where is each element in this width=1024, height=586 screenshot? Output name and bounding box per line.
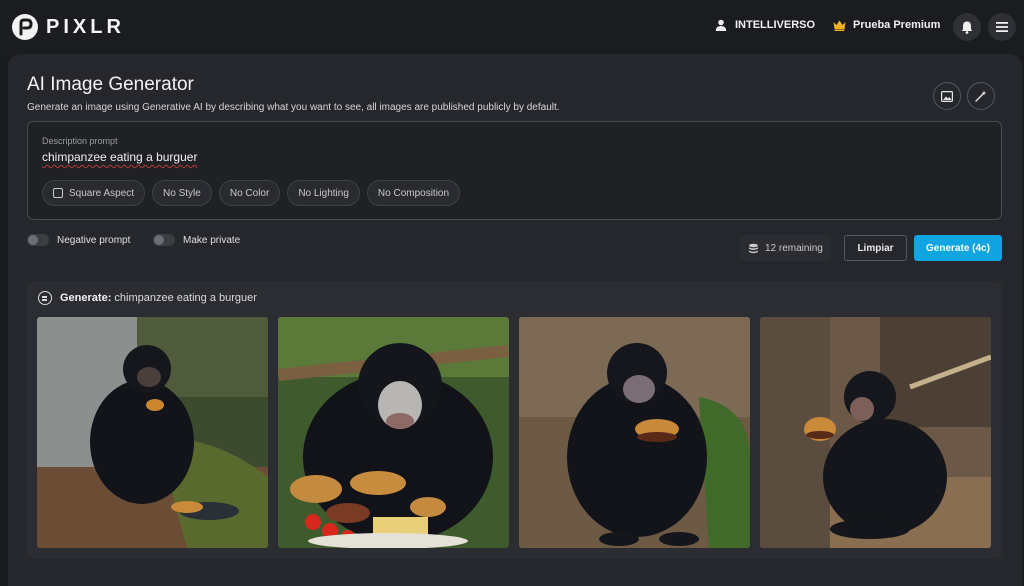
logo-text: PIXLR [46, 15, 125, 38]
prompt-box[interactable]: Description prompt chimpanzee eating a b… [27, 121, 1002, 220]
chip-lighting[interactable]: No Lighting [287, 180, 360, 206]
hamburger-menu-icon [996, 22, 1008, 32]
negative-prompt-label: Negative prompt [57, 234, 131, 246]
results-heading-value: chimpanzee eating a burguer [114, 292, 257, 304]
generated-image-3[interactable] [519, 317, 750, 548]
chip-composition[interactable]: No Composition [366, 180, 461, 206]
negative-prompt-toggle[interactable] [27, 234, 49, 246]
user-icon [715, 19, 727, 31]
results-panel: Generate: chimpanzee eating a burguer [27, 281, 1002, 559]
generated-image-4[interactable] [760, 317, 991, 548]
top-bar: PIXLR INTELLIVERSO Prueba Premium [0, 0, 1024, 54]
results-heading: Generate: chimpanzee eating a burguer [38, 291, 257, 305]
crown-icon [833, 20, 846, 31]
negative-prompt-option: Negative prompt [27, 234, 130, 246]
generator-panel: AI Image Generator Generate an image usi… [8, 54, 1022, 586]
pixlr-logo[interactable]: PIXLR [12, 14, 125, 40]
chip-label: No Lighting [298, 187, 349, 199]
magic-wand-button[interactable] [967, 82, 995, 110]
chip-color[interactable]: No Color [218, 180, 281, 206]
prompt-input[interactable]: chimpanzee eating a burguer [42, 150, 197, 164]
generated-image-1[interactable] [37, 317, 268, 548]
chip-label: No Composition [377, 187, 450, 199]
pixlr-logo-icon [12, 14, 38, 40]
square-aspect-icon [53, 188, 63, 198]
results-heading-label: Generate: [60, 292, 112, 304]
make-private-toggle[interactable] [153, 234, 175, 246]
page-title: AI Image Generator [27, 74, 194, 95]
chip-label: Square Aspect [69, 187, 135, 199]
chip-square-aspect[interactable]: Square Aspect [42, 180, 146, 206]
image-icon [941, 90, 953, 102]
bell-icon [961, 21, 973, 34]
generate-icon [38, 291, 52, 305]
image-reference-button[interactable] [933, 82, 961, 110]
page-subtitle: Generate an image using Generative AI by… [27, 102, 560, 113]
make-private-option: Make private [153, 234, 240, 246]
prompt-label: Description prompt [42, 136, 118, 146]
generate-button[interactable]: Generate (4c) [914, 235, 1002, 261]
coins-icon [749, 243, 758, 253]
notifications-button[interactable] [953, 13, 981, 41]
magic-wand-icon [975, 90, 987, 102]
user-account[interactable]: INTELLIVERSO [715, 19, 815, 31]
clear-button[interactable]: Limpiar [844, 235, 907, 261]
main-menu-button[interactable] [988, 13, 1016, 41]
credits-remaining: 12 remaining [740, 235, 831, 261]
user-name: INTELLIVERSO [735, 19, 816, 31]
premium-label: Prueba Premium [853, 19, 941, 31]
remaining-text: 12 remaining [765, 242, 823, 254]
chip-label: No Style [163, 187, 201, 199]
premium-trial-link[interactable]: Prueba Premium [833, 19, 940, 31]
chip-label: No Color [229, 187, 270, 199]
style-chips: Square Aspect No Style No Color No Light… [42, 180, 461, 206]
generated-image-2[interactable] [278, 317, 509, 548]
chip-style[interactable]: No Style [152, 180, 212, 206]
make-private-label: Make private [183, 234, 241, 246]
